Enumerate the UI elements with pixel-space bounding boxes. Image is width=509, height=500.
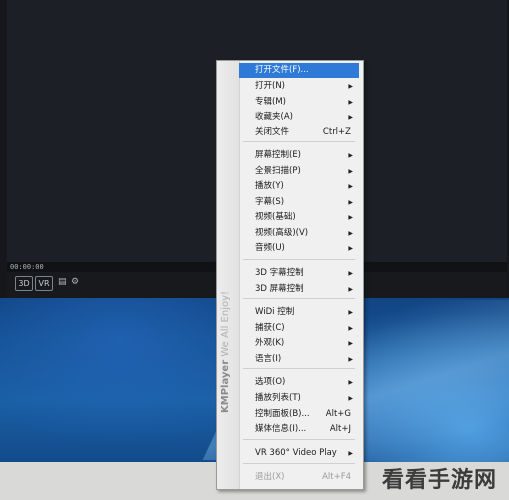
submenu-arrow-icon: ▶ [348,183,353,190]
menu-separator [243,368,355,369]
submenu-arrow-icon: ▶ [348,152,353,159]
submenu-arrow-icon: ▶ [348,168,353,175]
menu-item-open[interactable]: 打开(N) ▶ [239,79,359,94]
menu-item-audio[interactable]: 音频(U) ▶ [239,241,359,256]
menu-item-label: 全景扫描(P) [255,166,301,176]
menu-item-label: 播放(Y) [255,181,284,191]
menu-item-label: 字幕(S) [255,197,285,207]
menu-item-widi-control[interactable]: WiDi 控制 ▶ [239,305,359,320]
menu-item-screen-control[interactable]: 屏幕控制(E) ▶ [239,148,359,163]
menu-side-strip: KMPlayer We All Enjoy! [217,61,240,489]
menu-item-label: 外观(K) [255,338,285,348]
menu-item-control-panel[interactable]: 控制面板(B)... Alt+G [239,407,359,422]
submenu-arrow-icon: ▶ [348,99,353,106]
time-display: 00:00:00 [10,263,44,271]
menu-item-label: 3D 字幕控制 [255,268,304,278]
menu-item-label: 专辑(M) [255,97,286,107]
menu-side-brand: KMPlayer [220,359,231,413]
submenu-arrow-icon: ▶ [348,245,353,252]
menu-separator [243,298,355,299]
menu-side-label: KMPlayer We All Enjoy! [220,291,231,413]
submenu-arrow-icon: ▶ [348,325,353,332]
menu-item-vr-360-video-play[interactable]: VR 360° Video Play ▶ [239,446,359,461]
3d-button[interactable]: 3D [15,276,33,291]
menu-item-subtitles[interactable]: 字幕(S) ▶ [239,195,359,210]
menu-item-3d-screen-control[interactable]: 3D 屏幕控制 ▶ [239,282,359,297]
menu-separator [243,259,355,260]
menu-item-label: 选项(O) [255,377,286,387]
submenu-arrow-icon: ▶ [348,114,353,121]
submenu-arrow-icon: ▶ [348,214,353,221]
menu-item-favorites[interactable]: 收藏夹(A) ▶ [239,110,359,125]
menu-item-playback[interactable]: 播放(Y) ▶ [239,179,359,194]
menu-item-shortcut: Alt+F4 [322,472,351,482]
menu-separator [243,439,355,440]
submenu-arrow-icon: ▶ [348,286,353,293]
menu-item-album[interactable]: 专辑(M) ▶ [239,95,359,110]
menu-item-playlist[interactable]: 播放列表(T) ▶ [239,391,359,406]
menu-item-label: VR 360° Video Play [255,448,337,458]
menu-item-label: 控制面板(B)... [255,409,310,419]
menu-item-label: 关闭文件 [255,127,290,137]
menu-item-video-advanced[interactable]: 视频(高级)(V) ▶ [239,226,359,241]
vr-button[interactable]: VR [35,276,53,291]
menu-item-video-basic[interactable]: 视频(基础) ▶ [239,210,359,225]
submenu-arrow-icon: ▶ [348,309,353,316]
menu-item-label: 媒体信息(I)... [255,424,307,434]
submenu-arrow-icon: ▶ [348,395,353,402]
menu-item-language[interactable]: 语言(I) ▶ [239,352,359,367]
menu-item-label: 3D 屏幕控制 [255,284,304,294]
menu-item-label: 捕获(C) [255,323,285,333]
menu-item-label: 打开(N) [255,81,285,91]
watermark: 看看手游网 [381,468,497,493]
menu-item-label: 视频(基础) [255,212,296,222]
menu-item-label: 播放列表(T) [255,393,301,403]
menu-item-label: 收藏夹(A) [255,112,293,122]
menu-item-label: WiDi 控制 [255,307,295,317]
menu-item-label: 音频(U) [255,243,285,253]
menu-item-pan-scan[interactable]: 全景扫描(P) ▶ [239,164,359,179]
submenu-arrow-icon: ▶ [348,230,353,237]
submenu-arrow-icon: ▶ [348,83,353,90]
submenu-arrow-icon: ▶ [348,199,353,206]
submenu-arrow-icon: ▶ [348,270,353,277]
menu-icon[interactable]: ▤ [58,277,67,288]
menu-item-label: 屏幕控制(E) [255,150,302,160]
menu-item-shortcut: Ctrl+Z [322,127,351,137]
submenu-arrow-icon: ▶ [348,340,353,347]
menu-item-shortcut: Alt+G [325,409,351,419]
menu-item-media-info[interactable]: 媒体信息(I)... Alt+J [239,422,359,437]
menu-item-capture[interactable]: 捕获(C) ▶ [239,321,359,336]
settings-gear-icon[interactable]: ⚙ [71,277,79,288]
menu-item-shortcut: Alt+J [329,424,351,434]
menu-item-skins[interactable]: 外观(K) ▶ [239,336,359,351]
menu-item-label: 打开文件(F)... [255,65,309,75]
menu-item-label: 视频(高级)(V) [255,228,309,238]
menu-separator [243,463,355,464]
menu-item-exit[interactable]: 退出(X) Alt+F4 [239,470,359,485]
menu-item-label: 退出(X) [255,472,285,482]
submenu-arrow-icon: ▶ [348,356,353,363]
menu-item-close-file[interactable]: 关闭文件 Ctrl+Z [239,125,359,140]
submenu-arrow-icon: ▶ [348,450,353,457]
menu-item-open-file[interactable]: 打开文件(F)... [239,63,359,78]
menu-item-options[interactable]: 选项(O) ▶ [239,375,359,390]
menu-item-3d-subtitle-control[interactable]: 3D 字幕控制 ▶ [239,266,359,281]
submenu-arrow-icon: ▶ [348,379,353,386]
menu-item-label: 语言(I) [255,354,282,364]
menu-separator [243,141,355,142]
menu-side-tagline: We All Enjoy! [220,290,231,357]
